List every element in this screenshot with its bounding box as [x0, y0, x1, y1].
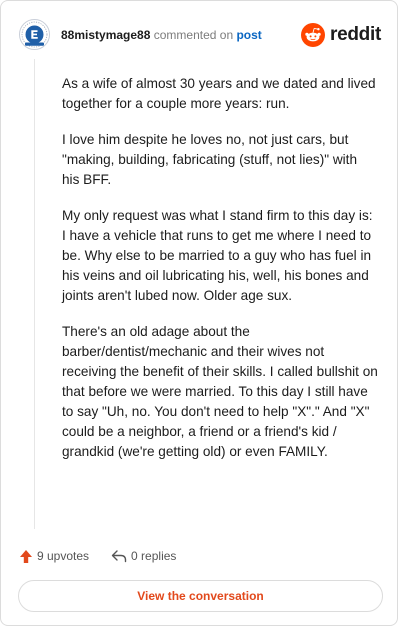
post-link[interactable]: post [236, 28, 261, 42]
community-avatar-icon [19, 19, 50, 50]
reddit-snoo-icon [301, 23, 326, 47]
comment-paragraph: I love him despite he loves no, not just… [62, 132, 358, 187]
action-text: commented on [153, 28, 234, 42]
thread-line [34, 59, 35, 529]
upvote-arrow-icon [20, 549, 32, 563]
reply-count: 0 replies [131, 549, 177, 563]
username-link[interactable]: 88mistymage88 [61, 28, 150, 42]
view-conversation-button[interactable]: View the conversation [18, 580, 383, 612]
comment-header: 88mistymage88 commented on post reddit [19, 19, 381, 51]
reddit-logo[interactable]: reddit [301, 22, 381, 48]
avatar[interactable] [19, 19, 50, 50]
reply-arrow-icon [111, 550, 127, 563]
comment-body: As a wife of almost 30 years and we date… [62, 74, 378, 478]
comment-paragraph: There's an old adage about the barber/de… [62, 324, 378, 459]
replies-button[interactable]: 0 replies [111, 549, 176, 563]
comment-paragraph: As a wife of almost 30 years and we date… [62, 76, 376, 111]
reddit-wordmark: reddit [330, 24, 381, 45]
comment-card: 88mistymage88 commented on post reddit A… [0, 0, 398, 626]
comment-meta: 88mistymage88 commented on post [61, 27, 262, 43]
upvote-count: 9 upvotes [37, 549, 90, 563]
comment-paragraph: My only request was what I stand firm to… [62, 208, 373, 303]
comment-footer: 9 upvotes 0 replies [19, 546, 198, 566]
upvote-button[interactable]: 9 upvotes [19, 549, 89, 564]
